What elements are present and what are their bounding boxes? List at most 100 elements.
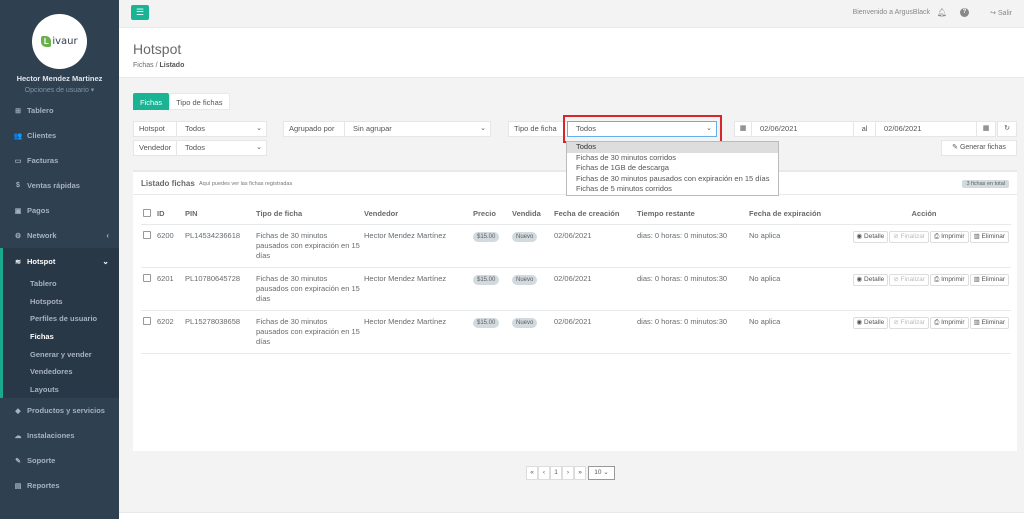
sidebar-item-label: Facturas	[27, 156, 59, 165]
cell-pin: PL15278038658	[183, 310, 254, 354]
calendar-icon[interactable]: ▦	[976, 121, 996, 137]
logo-text: ivaur	[52, 36, 78, 47]
panel-subtitle: Aquí puedes ver las fichas registradas	[199, 181, 293, 187]
precio-badge: $15.00	[473, 231, 500, 242]
ban-icon: ⊘	[893, 275, 901, 283]
tab-tipo-de-fichas[interactable]: Tipo de fichas	[169, 93, 230, 110]
tipo-dropdown-option[interactable]: Fichas de 1GB de descarga	[567, 163, 778, 174]
col-vendedor[interactable]: Vendedor	[362, 204, 471, 225]
pagination: « ‹ 1 › » 10 ⌄	[526, 466, 615, 480]
cell-vendida: Nuevo	[510, 267, 552, 311]
col-vendida[interactable]: Vendida	[510, 204, 552, 225]
col-precio[interactable]: Precio	[471, 204, 510, 225]
sidebar-item-productos-y-servicios[interactable]: ◆ Productos y servicios	[0, 398, 119, 423]
col-expiracion[interactable]: Fecha de expiración	[747, 204, 837, 225]
page-next-button[interactable]: ›	[562, 466, 574, 480]
sidebar-item-clientes[interactable]: 👥 Clientes	[0, 123, 119, 148]
calendar-icon[interactable]: ▦	[734, 121, 752, 137]
action-label: Detalle	[864, 318, 885, 326]
sidebar-item-instalaciones[interactable]: ☁ Instalaciones	[0, 423, 119, 448]
hotspot-submenu-item[interactable]: Fichas	[3, 328, 119, 346]
sidebar-item-label: Tablero	[27, 106, 54, 115]
bell-icon[interactable]: 🔔︎	[937, 8, 947, 17]
generate-fichas-button[interactable]: ✎ Generar fichas	[941, 140, 1017, 156]
col-tipo[interactable]: Tipo de ficha	[254, 204, 362, 225]
eliminar-button[interactable]: ▥ Eliminar	[969, 230, 1009, 243]
date-to-input[interactable]: 02/06/2021	[875, 121, 977, 137]
sidebar-item-network[interactable]: ⚙ Network ‹	[0, 223, 119, 248]
hotspot-submenu-item[interactable]: Vendedores	[3, 363, 119, 381]
col-pin[interactable]: PIN	[183, 204, 254, 225]
page-size-select[interactable]: 10 ⌄	[588, 466, 615, 480]
sidebar-item-pagos[interactable]: ▣ Pagos	[0, 198, 119, 223]
group-filter-value: Sin agrupar	[353, 124, 392, 133]
select-all-checkbox[interactable]	[143, 208, 151, 217]
col-creacion[interactable]: Fecha de creación	[552, 204, 635, 225]
action-label: Eliminar	[981, 232, 1005, 240]
page-prev-button[interactable]: ‹	[538, 466, 550, 480]
date-from-input[interactable]: 02/06/2021	[751, 121, 854, 137]
imprimir-button[interactable]: ⎙ Imprimir	[930, 230, 969, 243]
total-badge: 3 fichas en total	[962, 180, 1009, 188]
row-checkbox[interactable]	[143, 230, 151, 239]
eliminar-button[interactable]: ▥ Eliminar	[969, 273, 1009, 286]
detalle-button[interactable]: ◉ Detalle	[852, 230, 889, 243]
group-filter-select[interactable]: Sin agrupar ⌄	[344, 121, 491, 137]
col-accion: Acción	[837, 204, 1011, 225]
detalle-button[interactable]: ◉ Detalle	[852, 273, 889, 286]
cell-id: 6202	[155, 310, 183, 354]
tab-fichas[interactable]: Fichas	[133, 93, 170, 110]
tipo-dropdown-option[interactable]: Fichas de 30 minutos corridos	[567, 153, 778, 164]
eye-icon: ◉	[856, 318, 865, 326]
action-label: Detalle	[864, 232, 885, 240]
refresh-icon[interactable]: ↻	[997, 121, 1017, 137]
sidebar-item-facturas[interactable]: ▭ Facturas	[0, 148, 119, 173]
hotspot-submenu-item[interactable]: Hotspots	[3, 293, 119, 311]
detalle-button[interactable]: ◉ Detalle	[852, 316, 889, 329]
col-restante[interactable]: Tiempo restante	[635, 204, 747, 225]
user-options-menu[interactable]: Opciones de usuario ▾	[0, 86, 119, 94]
eliminar-button[interactable]: ▥ Eliminar	[969, 316, 1009, 329]
hotspot-filter-select[interactable]: Todos ⌄	[176, 121, 267, 137]
page-number-button[interactable]: 1	[550, 466, 562, 480]
tipo-dropdown-option[interactable]: Fichas de 5 minutos corridos	[567, 184, 778, 195]
help-icon[interactable]: ?	[960, 8, 969, 17]
page-heading: Hotspot Fichas / Listado	[119, 28, 1024, 78]
row-checkbox[interactable]	[143, 316, 151, 325]
action-label: Detalle	[864, 275, 885, 283]
page-last-button[interactable]: »	[574, 466, 586, 480]
tipo-dropdown-option[interactable]: Todos	[567, 142, 778, 153]
vendedor-filter-select[interactable]: Todos ⌄	[176, 140, 267, 156]
imprimir-button[interactable]: ⎙ Imprimir	[930, 316, 969, 329]
ban-icon: ⊘	[893, 232, 901, 240]
sidebar-item-soporte[interactable]: ✎ Soporte	[0, 448, 119, 473]
sidebar-item-tablero[interactable]: ⊞ Tablero	[0, 98, 119, 123]
cell-restante: dias: 0 horas: 0 minutos:30	[635, 267, 747, 311]
cell-vendedor: Hector Mendez Martínez	[362, 310, 471, 354]
row-checkbox[interactable]	[143, 273, 151, 282]
hotspot-submenu-item[interactable]: Tablero	[3, 275, 119, 293]
col-id[interactable]: ID	[155, 204, 183, 225]
hotspot-submenu-item[interactable]: Generar y vender	[3, 345, 119, 363]
action-label: Finalizar	[900, 275, 926, 283]
sidebar-item-hotspot[interactable]: ≋ Hotspot ⌄	[0, 248, 119, 275]
hotspot-submenu-item[interactable]: Layouts	[3, 381, 119, 399]
imprimir-button[interactable]: ⎙ Imprimir	[930, 273, 969, 286]
page-first-button[interactable]: «	[526, 466, 538, 480]
logout-label: Salir	[997, 10, 1012, 17]
sidebar-item-reportes[interactable]: ▤ Reportes	[0, 473, 119, 498]
ban-icon: ⊘	[893, 318, 901, 326]
menu-toggle-button[interactable]: ☰	[131, 5, 149, 20]
breadcrumb-parent[interactable]: Fichas	[133, 62, 154, 69]
logout-link[interactable]: ↪ Salir	[990, 9, 1012, 17]
cell-actions: ◉ Detalle ⊘ Finalizar ⎙ Imprimir ▥ Eliminar	[837, 267, 1011, 311]
tipo-dropdown-option[interactable]: Fichas de 30 minutos pausados con expira…	[567, 174, 778, 185]
cell-expiracion: No aplica	[747, 224, 837, 268]
action-group: ◉ Detalle ⊘ Finalizar ⎙ Imprimir ▥ Eliminar	[839, 273, 1009, 286]
tab-bar: Fichas Tipo de fichas	[133, 93, 230, 110]
highlight-box	[563, 115, 722, 143]
sidebar-item-ventas-r-pidas[interactable]: $ Ventas rápidas	[0, 173, 119, 198]
hotspot-submenu-item[interactable]: Perfiles de usuario	[3, 310, 119, 328]
cell-creacion: 02/06/2021	[552, 310, 635, 354]
tipo-dropdown-list[interactable]: Todos Fichas de 30 minutos corridos Fichas…	[566, 141, 779, 196]
